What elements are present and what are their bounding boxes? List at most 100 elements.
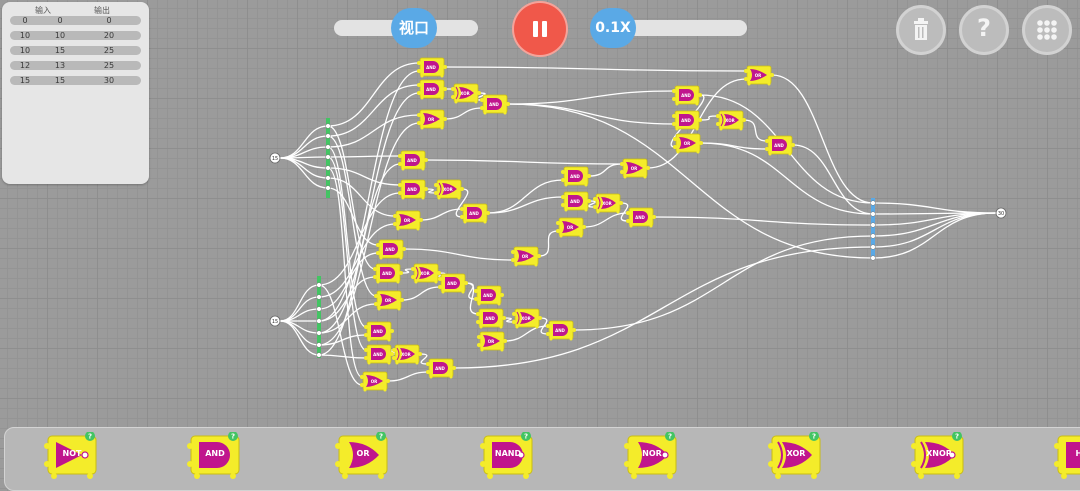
logic-gate[interactable]: XOR bbox=[411, 263, 441, 284]
svg-text:XOR: XOR bbox=[401, 352, 410, 357]
palette-gate-and[interactable]: ? AND bbox=[187, 432, 247, 482]
palette-gate-xor[interactable]: ? XOR bbox=[768, 432, 828, 482]
logic-gate[interactable]: AND bbox=[561, 191, 591, 212]
svg-text:?: ? bbox=[379, 433, 383, 441]
logic-gate[interactable]: AND bbox=[364, 344, 394, 365]
logic-gate[interactable]: AND bbox=[460, 203, 490, 224]
palette-gate-label: NOR bbox=[642, 449, 662, 458]
logic-gate[interactable]: XOR bbox=[716, 110, 746, 131]
logic-gate[interactable]: XOR bbox=[392, 344, 422, 365]
svg-text:AND: AND bbox=[447, 281, 457, 286]
svg-text:XOR: XOR bbox=[420, 271, 429, 276]
svg-text:AND: AND bbox=[489, 102, 499, 107]
logic-gate[interactable]: OR bbox=[744, 65, 774, 86]
svg-text:AND: AND bbox=[774, 143, 784, 148]
svg-text:?: ? bbox=[812, 433, 816, 441]
svg-text:AND: AND bbox=[570, 174, 580, 179]
logic-gate[interactable]: OR bbox=[477, 331, 507, 352]
logic-gate[interactable]: AND bbox=[672, 110, 702, 131]
svg-text:?: ? bbox=[668, 433, 672, 441]
svg-text:XOR: XOR bbox=[602, 201, 611, 206]
palette-gate-label: NOT bbox=[62, 449, 82, 458]
svg-text:XOR: XOR bbox=[443, 187, 452, 192]
logic-gate[interactable]: AND bbox=[364, 321, 394, 342]
svg-text:?: ? bbox=[524, 433, 528, 441]
logic-gate[interactable]: AND bbox=[426, 358, 456, 379]
logic-gate[interactable]: AND bbox=[438, 273, 468, 294]
svg-text:AND: AND bbox=[635, 215, 645, 220]
logic-gate[interactable]: XOR bbox=[451, 83, 481, 104]
logic-gate[interactable]: AND bbox=[376, 239, 406, 260]
logic-gate[interactable]: AND bbox=[398, 150, 428, 171]
logic-gate[interactable]: XOR bbox=[512, 308, 542, 329]
palette-gate-xnor[interactable]: ? XNOR bbox=[911, 432, 971, 482]
palette-gate-label: OR bbox=[356, 449, 370, 458]
svg-text:AND: AND bbox=[570, 199, 580, 204]
logic-gate[interactable]: OR bbox=[417, 109, 447, 130]
output-value: 30 bbox=[998, 211, 1004, 217]
logic-gate[interactable]: AND bbox=[765, 135, 795, 156]
svg-text:AND: AND bbox=[555, 328, 565, 333]
input-b-value: 15 bbox=[272, 319, 278, 325]
svg-text:?: ? bbox=[955, 433, 959, 441]
palette-gate-not[interactable]: ? NOT bbox=[44, 432, 104, 482]
svg-text:OR: OR bbox=[631, 166, 637, 171]
palette-gate-label: XNOR bbox=[926, 449, 952, 458]
svg-text:AND: AND bbox=[407, 158, 417, 163]
palette-gate-or[interactable]: ? OR bbox=[335, 432, 395, 482]
logic-gate[interactable]: AND bbox=[476, 308, 506, 329]
logic-gate[interactable]: XOR bbox=[434, 179, 464, 200]
svg-text:AND: AND bbox=[469, 211, 479, 216]
svg-text:XOR: XOR bbox=[725, 118, 734, 123]
svg-text:?: ? bbox=[231, 433, 235, 441]
input-node-a[interactable]: 15 bbox=[269, 152, 281, 164]
logic-gate[interactable]: AND bbox=[626, 207, 656, 228]
logic-gate[interactable]: XOR bbox=[593, 193, 623, 214]
svg-text:OR: OR bbox=[385, 298, 391, 303]
svg-text:OR: OR bbox=[522, 254, 528, 259]
svg-text:AND: AND bbox=[373, 329, 383, 334]
output-node: 30 bbox=[995, 207, 1007, 219]
logic-gate[interactable]: OR bbox=[556, 217, 586, 238]
svg-text:AND: AND bbox=[426, 65, 436, 70]
palette-gate-label: HA bbox=[1075, 449, 1080, 458]
svg-text:AND: AND bbox=[373, 352, 383, 357]
logic-gate[interactable]: OR bbox=[511, 246, 541, 267]
palette-gate-nor[interactable]: ? NOR bbox=[624, 432, 684, 482]
logic-gate[interactable]: OR bbox=[673, 133, 703, 154]
svg-text:XOR: XOR bbox=[521, 316, 530, 321]
palette-gate-label: NAND bbox=[494, 449, 522, 458]
svg-text:OR: OR bbox=[755, 73, 761, 78]
svg-text:?: ? bbox=[88, 433, 92, 441]
svg-text:OR: OR bbox=[404, 218, 410, 223]
svg-text:AND: AND bbox=[681, 93, 691, 98]
input-node-b[interactable]: 15 bbox=[269, 315, 281, 327]
logic-gate[interactable]: AND bbox=[474, 285, 504, 306]
logic-gate[interactable]: OR bbox=[620, 158, 650, 179]
svg-text:AND: AND bbox=[435, 366, 445, 371]
circuit-canvas[interactable]: 15 15 30 AND AND XOR AND OR AND AND XOR AND OR AND… bbox=[0, 0, 1080, 425]
svg-text:AND: AND bbox=[407, 187, 417, 192]
svg-text:OR: OR bbox=[567, 225, 573, 230]
svg-text:AND: AND bbox=[382, 271, 392, 276]
palette-gate-nand[interactable]: ? NAND bbox=[480, 432, 540, 482]
svg-text:OR: OR bbox=[428, 117, 434, 122]
logic-gate[interactable]: OR bbox=[374, 290, 404, 311]
output-bus bbox=[871, 198, 875, 260]
logic-gate[interactable]: AND bbox=[561, 166, 591, 187]
logic-gate[interactable]: OR bbox=[393, 210, 423, 231]
logic-gate[interactable]: AND bbox=[480, 94, 510, 115]
svg-text:AND: AND bbox=[485, 316, 495, 321]
logic-gate[interactable]: AND bbox=[417, 79, 447, 100]
logic-gate[interactable]: AND bbox=[417, 57, 447, 78]
logic-gate[interactable]: AND bbox=[672, 85, 702, 106]
svg-text:XOR: XOR bbox=[460, 91, 469, 96]
logic-gate[interactable]: AND bbox=[373, 263, 403, 284]
palette-gate-ha[interactable]: ?HA bbox=[1054, 432, 1080, 482]
logic-gate[interactable]: OR bbox=[360, 371, 390, 392]
svg-text:OR: OR bbox=[371, 379, 377, 384]
svg-text:OR: OR bbox=[684, 141, 690, 146]
svg-text:AND: AND bbox=[385, 247, 395, 252]
logic-gate[interactable]: AND bbox=[398, 179, 428, 200]
logic-gate[interactable]: AND bbox=[546, 320, 576, 341]
